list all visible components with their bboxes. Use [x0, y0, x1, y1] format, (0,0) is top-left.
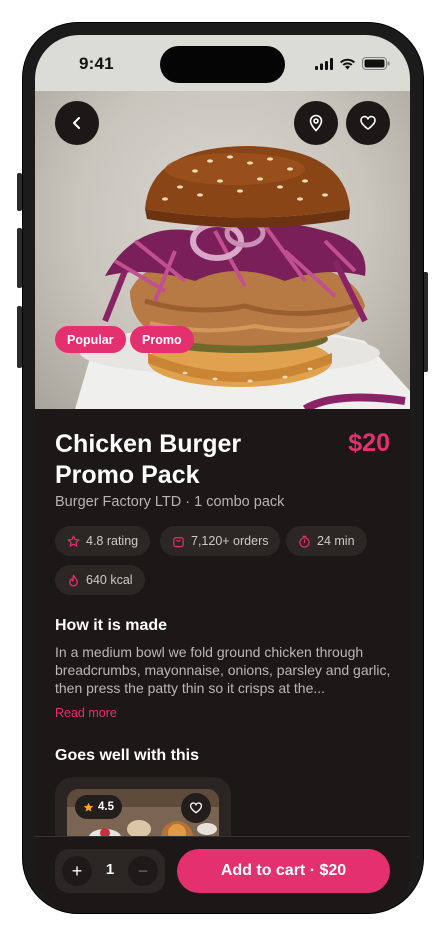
- back-button[interactable]: [55, 101, 99, 145]
- pairing-rating: 4.5: [75, 795, 122, 819]
- decrease-quantity-button[interactable]: −: [128, 856, 158, 886]
- cart-bar: + 1 − Add to cart · $20: [35, 836, 410, 913]
- dynamic-island: [160, 46, 285, 83]
- plus-icon: +: [71, 860, 83, 881]
- stat-calories-label: 640 kcal: [86, 573, 133, 587]
- pairing-rating-value: 4.5: [98, 801, 114, 813]
- stat-orders: 7,120+ orders: [160, 526, 281, 556]
- product-price: $20: [348, 429, 390, 457]
- stat-rating-label: 4.8 rating: [86, 534, 139, 548]
- heart-icon: [189, 802, 203, 814]
- star-filled-icon: [83, 802, 94, 812]
- add-to-cart-button[interactable]: Add to cart · $20: [177, 849, 390, 893]
- stat-orders-label: 7,120+ orders: [191, 534, 269, 548]
- badge-popular: Popular: [55, 326, 126, 353]
- increase-quantity-button[interactable]: +: [62, 856, 92, 886]
- favorite-button[interactable]: [346, 101, 390, 145]
- stat-time-label: 24 min: [317, 534, 355, 548]
- badge-promo: Promo: [130, 326, 194, 353]
- screen: 9:41 Popular Promo Chicken Burger Promo …: [35, 35, 410, 913]
- pairing-favorite-button[interactable]: [181, 793, 211, 823]
- product-title: Chicken Burger Promo Pack: [55, 430, 242, 489]
- wifi-icon: [340, 58, 355, 69]
- map-pin-icon: [309, 114, 323, 132]
- battery-icon: [362, 57, 390, 70]
- status-bar: 9:41: [35, 35, 410, 91]
- flame-icon: [69, 574, 78, 586]
- minus-icon: −: [137, 860, 149, 881]
- star-icon: [67, 535, 80, 547]
- stat-calories: 640 kcal: [55, 565, 145, 595]
- pairings-heading: Goes well with this: [55, 747, 200, 764]
- chevron-left-icon: [73, 117, 80, 129]
- quantity-value: 1: [105, 861, 115, 878]
- how-made-heading: How it is made: [55, 617, 168, 634]
- hero-image: Popular Promo: [35, 91, 410, 409]
- stat-time: 24 min: [286, 526, 367, 556]
- stat-rating: 4.8 rating: [55, 526, 151, 556]
- system-icons: [315, 57, 390, 70]
- signal-icon: [315, 57, 333, 70]
- bag-icon: [173, 536, 184, 547]
- quantity-stepper: + 1 −: [55, 849, 165, 893]
- timer-icon: [299, 535, 310, 548]
- status-time: 9:41: [79, 54, 114, 73]
- read-more-link[interactable]: Read more: [55, 706, 117, 720]
- location-button[interactable]: [294, 101, 338, 145]
- heart-icon: [360, 115, 376, 130]
- product-subtitle: Burger Factory LTD · 1 combo pack: [55, 494, 285, 510]
- how-made-description: In a medium bowl we fold ground chicken …: [55, 644, 391, 696]
